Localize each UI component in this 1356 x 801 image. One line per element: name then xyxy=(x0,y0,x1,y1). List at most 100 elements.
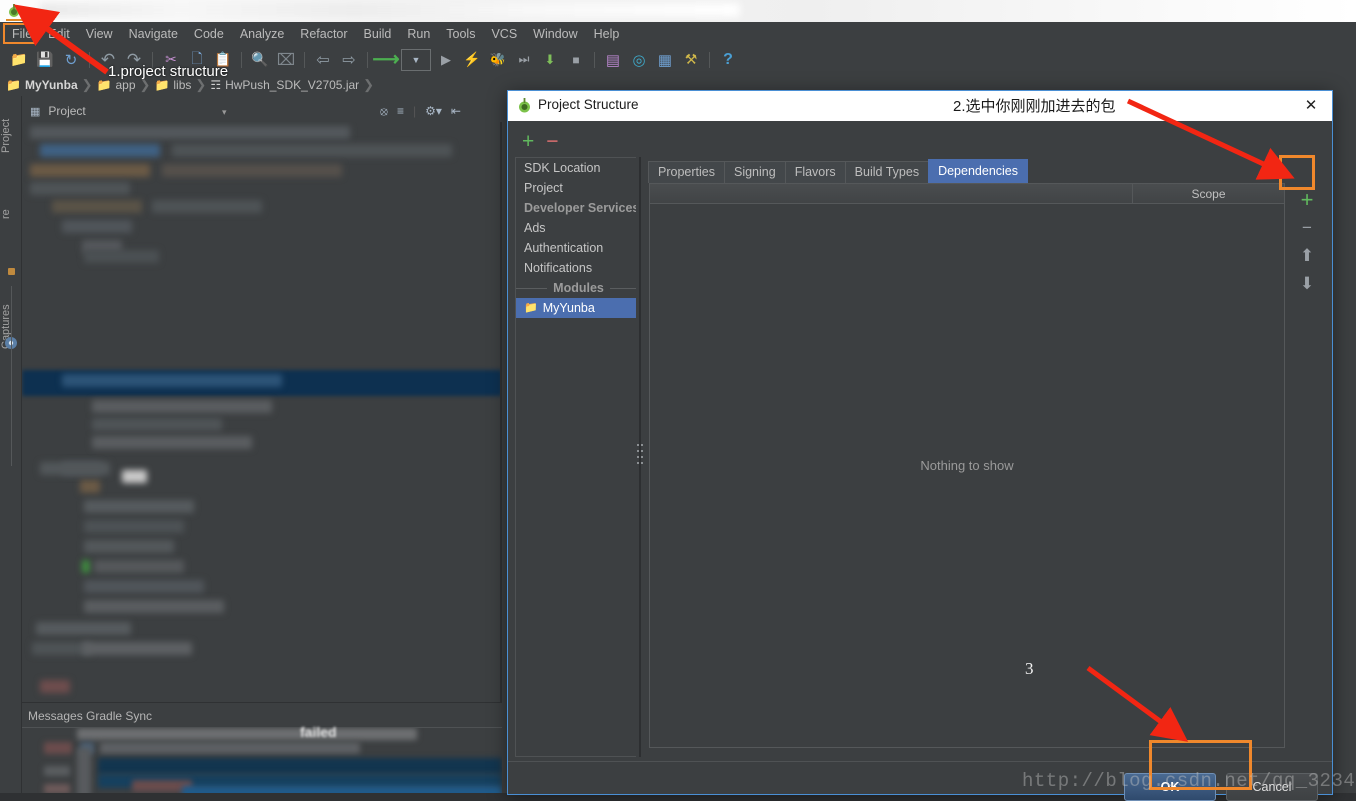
attach-debugger-icon[interactable]: ⬇ xyxy=(539,49,561,71)
menu-item-window[interactable]: Window xyxy=(525,24,585,44)
ddms-icon[interactable]: ⚒ xyxy=(680,49,702,71)
find-icon[interactable]: 🔍 xyxy=(249,49,271,71)
sidebar-group-developer-services: Developer Services xyxy=(524,201,640,215)
menu-item-refactor[interactable]: Refactor xyxy=(292,24,355,44)
hide-panel-icon[interactable]: ⇤ xyxy=(451,104,461,118)
folder-icon: 📁 xyxy=(96,78,112,92)
breadcrumb-label: app xyxy=(115,78,136,92)
apply-changes-icon[interactable]: ⚡ xyxy=(461,49,483,71)
project-tree[interactable] xyxy=(22,122,502,702)
project-structure-dialog[interactable]: Project Structure ✕ + − SDK Location Pro… xyxy=(507,90,1333,801)
add-dependency-button[interactable]: + xyxy=(1291,187,1323,213)
find-usages-icon[interactable]: ⌧ xyxy=(275,49,297,71)
rail-item-structure[interactable]: re xyxy=(0,194,22,234)
dialog-title-bar: Project Structure ✕ xyxy=(508,91,1332,121)
rail-item-project[interactable]: Project xyxy=(0,104,22,168)
chevron-down-icon[interactable]: ▾ xyxy=(222,107,227,118)
splitter-grip-icon xyxy=(637,444,643,464)
table-header-row: Scope xyxy=(650,183,1284,204)
title-accent-underline xyxy=(6,19,32,21)
close-icon[interactable]: ✕ xyxy=(1300,96,1322,116)
settings-gear-icon[interactable]: ⚙▾ xyxy=(425,104,442,118)
breadcrumb-item-app[interactable]: 📁 app xyxy=(97,78,139,92)
layout-inspector-icon[interactable]: ▦ xyxy=(654,49,676,71)
dependencies-table[interactable]: Scope Nothing to show xyxy=(649,183,1285,748)
breadcrumb-item-module[interactable]: 📁 MyYunba xyxy=(6,78,81,92)
menu-item-tools[interactable]: Tools xyxy=(438,24,483,44)
tab-signing[interactable]: Signing xyxy=(723,161,786,183)
menu-item-view[interactable]: View xyxy=(78,24,121,44)
breadcrumb-item-jar[interactable]: ☶ HwPush_SDK_V2705.jar xyxy=(210,78,362,92)
toolbar-separator xyxy=(241,51,242,68)
left-tool-rail[interactable]: Project re Captures xyxy=(0,96,22,801)
sync-icon[interactable]: ↻ xyxy=(60,49,82,71)
help-icon[interactable]: ? xyxy=(717,49,739,71)
annotation-step2-text: 2.选中你刚刚加进去的包 xyxy=(953,98,1116,115)
module-icon: 📁 xyxy=(524,302,538,314)
sidebar-item-ads[interactable]: Ads xyxy=(516,218,641,238)
menu-item-analyze[interactable]: Analyze xyxy=(232,24,292,44)
sidebar-item-label: MyYunba xyxy=(542,301,595,315)
avd-manager-icon[interactable]: ◎ xyxy=(628,49,650,71)
stop-icon[interactable]: ■ xyxy=(565,49,587,71)
menu-item-help[interactable]: Help xyxy=(586,24,628,44)
dialog-splitter[interactable] xyxy=(636,157,644,757)
sidebar-item-notifications[interactable]: Notifications xyxy=(516,258,641,278)
gradle-sync-icon[interactable]: ⟶ xyxy=(372,49,399,71)
run-config-dropdown[interactable]: ▼ xyxy=(401,48,431,71)
breadcrumb-label: libs xyxy=(173,78,192,92)
move-up-button[interactable]: ⬆ xyxy=(1291,243,1323,269)
target-icon[interactable]: ⦻ xyxy=(380,104,388,119)
table-column-header-name[interactable] xyxy=(650,184,1132,204)
menu-item-run[interactable]: Run xyxy=(399,24,438,44)
watermark-text: http://blog.csdn.net/qq_32346021 xyxy=(1022,770,1356,792)
tab-dependencies[interactable]: Dependencies xyxy=(928,159,1028,183)
remove-dependency-button[interactable]: − xyxy=(1291,215,1323,241)
menu-item-vcs[interactable]: VCS xyxy=(483,24,525,44)
tab-build-types[interactable]: Build Types xyxy=(844,161,930,183)
remove-module-button[interactable]: − xyxy=(546,131,558,152)
table-column-header-scope[interactable]: Scope xyxy=(1132,183,1284,204)
menu-bar[interactable]: File Edit View Navigate Code Analyze Ref… xyxy=(0,22,1356,45)
tab-properties[interactable]: Properties xyxy=(648,161,725,183)
step-over-icon[interactable]: ⏭ xyxy=(513,49,535,71)
dependency-action-buttons[interactable]: + − ⬆ ⬇ xyxy=(1288,183,1326,383)
sidebar-item-authentication[interactable]: Authentication xyxy=(516,238,641,258)
tab-flavors[interactable]: Flavors xyxy=(784,161,846,183)
dialog-sidebar[interactable]: SDK Location Project Developer Services … xyxy=(515,157,641,757)
menu-item-navigate[interactable]: Navigate xyxy=(121,24,186,44)
toolbar-separator xyxy=(594,51,595,68)
menu-item-code[interactable]: Code xyxy=(186,24,232,44)
sidebar-item-project[interactable]: Project xyxy=(516,178,641,198)
messages-panel: Messages Gradle Sync ⮟ ⛔ xyxy=(22,702,502,801)
dialog-body: + − SDK Location Project Developer Servi… xyxy=(508,121,1332,801)
move-down-button[interactable]: ⬇ xyxy=(1291,271,1323,297)
menu-item-build[interactable]: Build xyxy=(356,24,400,44)
menu-item-edit[interactable]: Edit xyxy=(40,24,78,44)
forward-icon[interactable]: ⇨ xyxy=(338,49,360,71)
menu-item-file[interactable]: File xyxy=(4,24,40,44)
dialog-tab-bar[interactable]: Properties Signing Flavors Build Types D… xyxy=(648,159,1328,183)
gradle-failed-text: failed xyxy=(300,724,337,740)
run-icon[interactable]: ▶ xyxy=(435,49,457,71)
messages-content-blurred xyxy=(22,728,502,801)
android-studio-icon xyxy=(9,4,19,17)
add-module-button[interactable]: + xyxy=(522,131,534,152)
back-icon[interactable]: ⇦ xyxy=(312,49,334,71)
toolbar-separator xyxy=(89,51,90,68)
sidebar-item-sdk-location[interactable]: SDK Location xyxy=(516,158,641,178)
collapse-all-icon[interactable]: ≡ xyxy=(397,104,404,118)
empty-state-text: Nothing to show xyxy=(920,458,1014,473)
module-add-remove-toolbar[interactable]: + − xyxy=(522,129,642,155)
sdk-manager-icon[interactable]: ▤ xyxy=(602,49,624,71)
open-folder-icon[interactable]: 📁 xyxy=(8,49,30,71)
breadcrumb-item-libs[interactable]: 📁 libs xyxy=(154,78,194,92)
breadcrumb-label: HwPush_SDK_V2705.jar xyxy=(225,78,360,92)
save-all-icon[interactable]: 💾 xyxy=(34,49,56,71)
project-panel-icon: ▦ xyxy=(30,105,41,118)
debug-icon[interactable]: 🐝 xyxy=(487,49,509,71)
sidebar-item-myyunba[interactable]: 📁 MyYunba xyxy=(516,298,641,318)
project-panel-toolbar[interactable]: ⦻ ≡ | ⚙▾ ⇤ xyxy=(380,102,500,120)
breadcrumb-separator: ❯ xyxy=(81,77,93,92)
project-panel-title: Project xyxy=(48,104,86,118)
